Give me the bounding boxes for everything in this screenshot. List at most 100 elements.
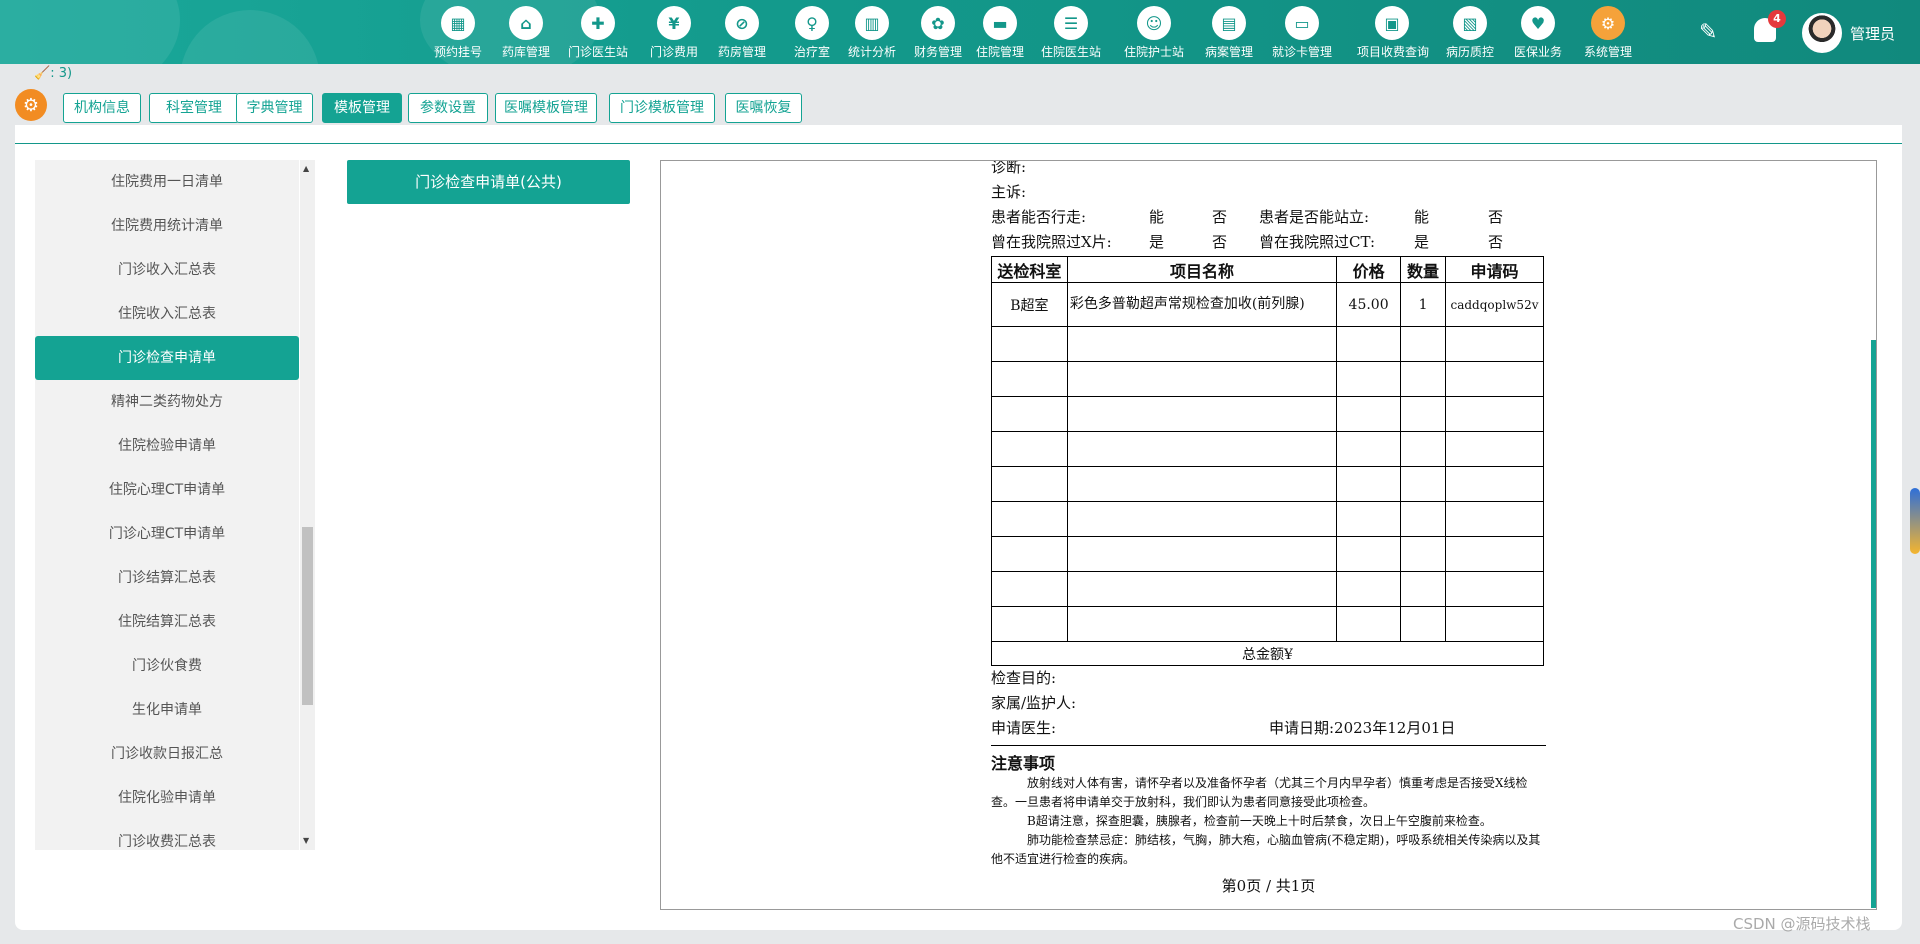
nav-item[interactable]: ▣ 项目收费查询	[1357, 4, 1429, 60]
note-xray: 放射线对人体有害，请怀孕者以及准备怀孕者（尤其三个月内早孕者）慎重考虑是否接受X…	[991, 776, 1528, 809]
avatar[interactable]	[1802, 13, 1842, 53]
nav-item[interactable]: ▧ 病历质控	[1435, 4, 1505, 60]
sidebar-item[interactable]: 住院心理CT申请单	[35, 468, 299, 512]
empty-cell	[991, 326, 1068, 362]
sidebar-item[interactable]: 门诊收费汇总表	[35, 820, 299, 850]
gear-icon[interactable]: ⚙	[15, 89, 47, 121]
col-header-dept: 送检科室	[991, 256, 1068, 283]
sidebar-item[interactable]: 门诊伙食费	[35, 644, 299, 688]
sidebar-item[interactable]: 门诊心理CT申请单	[35, 512, 299, 556]
scroll-up-arrow-icon[interactable]: ▲	[303, 164, 309, 173]
nav-item[interactable]: ▤ 病案管理	[1194, 4, 1264, 60]
nav-item[interactable]: ▭ 就诊卡管理	[1267, 4, 1337, 60]
nav-item[interactable]: ⊘ 药房管理	[707, 4, 777, 60]
tab[interactable]: 医嘱模板管理	[495, 93, 597, 123]
nav-item-label: 预约挂号	[433, 45, 482, 59]
col-header-price: 价格	[1336, 256, 1402, 283]
table-row	[991, 396, 1545, 432]
scroll-down-arrow-icon[interactable]: ▼	[303, 836, 309, 845]
sidebar-item[interactable]: 门诊收入汇总表	[35, 248, 299, 292]
scrollbar-thumb[interactable]	[302, 527, 313, 705]
table-row	[991, 501, 1545, 537]
table-row	[991, 466, 1545, 502]
ct-yes: 是	[1414, 233, 1430, 251]
nav-item[interactable]: ▬ 住院管理	[965, 4, 1035, 60]
purpose-line: 检查目的:	[991, 666, 1546, 691]
watermark: CSDN @源码技术栈	[1733, 915, 1871, 933]
nav-item[interactable]: ⌂ 药库管理	[491, 4, 561, 60]
sidebar-item[interactable]: 精神二类药物处方	[35, 380, 299, 424]
note-ultrasound: B超请注意，探查胆囊，胰腺者，检查前一天晚上十时后禁食，次日上午空腹前来检查。	[1027, 814, 1492, 828]
empty-cell	[1336, 326, 1402, 362]
sidebar-item[interactable]: 住院化验申请单	[35, 776, 299, 820]
nav-item[interactable]: ⚙ 系统管理	[1573, 4, 1643, 60]
empty-cell	[991, 606, 1068, 642]
empty-cell	[1444, 536, 1545, 572]
edit-pencil-icon[interactable]: ✎	[1699, 20, 1717, 45]
sidebar-item[interactable]: 住院费用一日清单	[35, 160, 299, 204]
nav-item[interactable]: ✚ 门诊医生站	[563, 4, 633, 60]
nav-item[interactable]: ▦ 预约挂号	[423, 4, 493, 60]
inpatient-doctor-icon: ☰	[1054, 6, 1088, 40]
table-row	[991, 536, 1545, 572]
sidebar-item[interactable]: 门诊收款日报汇总	[35, 732, 299, 776]
empty-cell	[1066, 501, 1338, 537]
template-list: 住院费用一日清单 住院费用统计清单 门诊收入汇总表 住院收入汇总表 门诊检查申请单 精神二…	[35, 160, 299, 850]
tab[interactable]: 参数设置	[408, 93, 488, 123]
sidebar-item[interactable]: 生化申请单	[35, 688, 299, 732]
empty-cell	[1444, 606, 1545, 642]
tab[interactable]: 科室管理	[149, 93, 239, 123]
sidebar-item[interactable]: 住院结算汇总表	[35, 600, 299, 644]
notification-bell-icon[interactable]: 4	[1752, 10, 1786, 46]
tab[interactable]: 机构信息	[63, 93, 141, 123]
sidebar-scrollbar[interactable]: ▲ ▼	[300, 160, 315, 850]
empty-cell	[1336, 431, 1402, 467]
quality-icon: ▧	[1453, 6, 1487, 40]
table-row	[991, 326, 1545, 362]
guardian-line: 家属/监护人:	[991, 691, 1546, 716]
sidebar-item[interactable]: 门诊结算汇总表	[35, 556, 299, 600]
nav-item[interactable]: ✿ 财务管理	[903, 4, 973, 60]
empty-cell	[1066, 361, 1338, 397]
sidebar-item[interactable]: 住院费用统计清单	[35, 204, 299, 248]
tab[interactable]: 字典管理	[236, 93, 313, 123]
nav-item-label: 门诊医生站	[567, 45, 628, 59]
stand-no: 否	[1488, 208, 1504, 226]
table-row: B超室 彩色多普勒超声常规检查加收(前列腺) 45.00 1 caddqoplw…	[991, 282, 1545, 327]
tab[interactable]: 医嘱恢复	[725, 93, 802, 123]
record-icon: ▤	[1212, 6, 1246, 40]
empty-cell	[1336, 466, 1402, 502]
nav-item[interactable]: ♥ 医保业务	[1503, 4, 1573, 60]
empty-cell	[1400, 361, 1446, 397]
sidebar-item[interactable]: 门诊检查申请单	[35, 336, 299, 380]
notes-title: 注意事项	[991, 745, 1546, 774]
empty-cell	[1400, 431, 1446, 467]
nav-item[interactable]: ▥ 统计分析	[837, 4, 907, 60]
nav-item-label: 统计分析	[847, 45, 896, 59]
empty-cell	[1336, 536, 1402, 572]
preview-scrollbar[interactable]	[1871, 340, 1876, 908]
complaint-line: 主诉:	[991, 180, 1546, 205]
sidebar-item[interactable]: 住院检验申请单	[35, 424, 299, 468]
empty-cell	[1444, 326, 1545, 362]
nav-item[interactable]: ¥ 门诊费用	[639, 4, 709, 60]
tab[interactable]: 门诊模板管理	[609, 93, 715, 123]
cell-price: 45.00	[1336, 282, 1402, 327]
username[interactable]: 管理员	[1850, 23, 1895, 44]
settings-icon: ⚙	[1591, 6, 1625, 40]
nav-item[interactable]: ☰ 住院医生站	[1036, 4, 1106, 60]
stand-question: 患者是否能站立:	[1259, 208, 1370, 226]
nav-item[interactable]: ☺ 住院护士站	[1119, 4, 1189, 60]
tab[interactable]: 模板管理	[322, 93, 402, 123]
stand-yes: 能	[1414, 208, 1430, 226]
sidebar-item[interactable]: 住院收入汇总表	[35, 292, 299, 336]
empty-cell	[1336, 606, 1402, 642]
template-item-button[interactable]: 门诊检查申请单(公共)	[347, 160, 630, 204]
chart-icon: ▥	[855, 6, 889, 40]
nav-item-label: 门诊费用	[649, 45, 698, 59]
nav-item-label: 就诊卡管理	[1271, 45, 1332, 59]
empty-cell	[991, 466, 1068, 502]
insurance-icon: ♥	[1521, 6, 1555, 40]
side-indicator[interactable]	[1910, 488, 1920, 554]
nav-item-label: 住院护士站	[1123, 45, 1184, 59]
